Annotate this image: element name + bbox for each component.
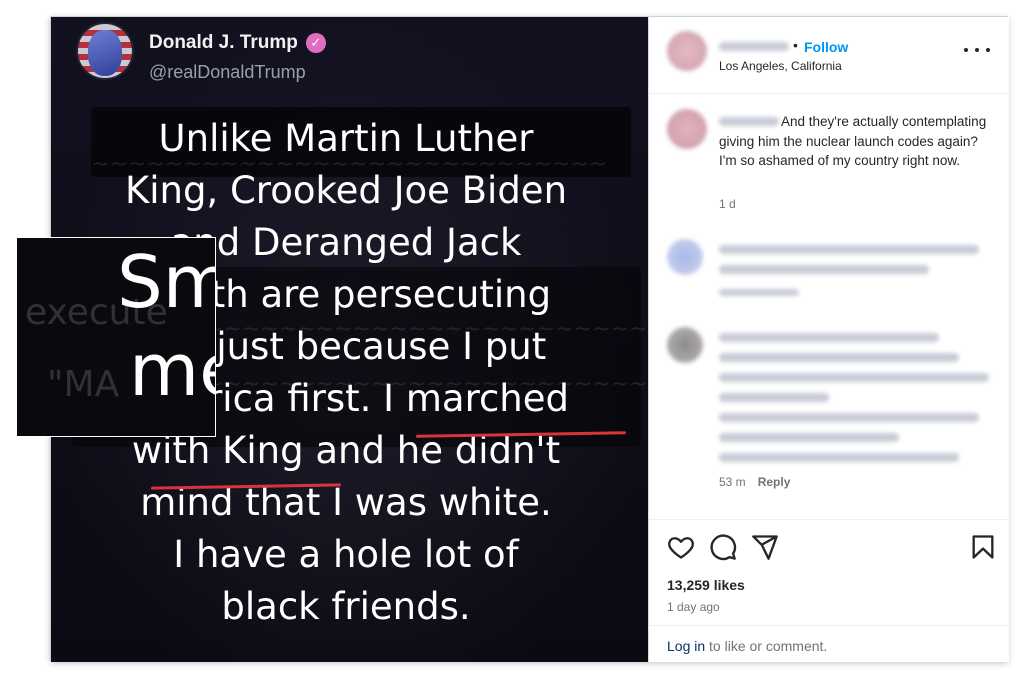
comment-text-blurred (719, 453, 959, 462)
comment-age: 53 m (719, 475, 746, 489)
follow-button[interactable]: Follow (804, 39, 848, 55)
bookmark-icon[interactable] (969, 533, 997, 561)
tweet-author-name-row: Donald J. Trump ✓ (149, 32, 326, 54)
heart-icon[interactable] (667, 533, 695, 561)
likes-count[interactable]: 13,259 likes (667, 577, 745, 593)
instagram-post: ~~~~~~~~~~~~~~~~~~~~~~~~~~~~ ~~~~~~~~~~~… (16, 16, 1010, 662)
header-divider (649, 93, 1010, 94)
tweet-author-handle: @realDonaldTrump (149, 62, 306, 82)
comment-text-blurred (719, 373, 989, 382)
poster-username-blurred[interactable] (719, 42, 789, 51)
comment-icon[interactable] (709, 533, 737, 561)
comment-age: 1 d (719, 197, 736, 211)
zoom-text: Sm (117, 240, 215, 324)
comment-text-blurred (719, 333, 939, 342)
zoom-text: me (129, 328, 215, 412)
login-prompt-text: to like or comment. (705, 638, 828, 654)
comment-text-blurred (719, 265, 929, 274)
actions-divider (649, 519, 1010, 520)
poster-avatar[interactable] (667, 31, 707, 71)
tweet-line: King, Crooked Joe Biden (124, 169, 568, 212)
action-bar (667, 533, 997, 563)
comment-meta-blurred (719, 289, 799, 296)
comments-panel: • Follow Los Angeles, California And the… (648, 17, 1010, 662)
comment-text: And they're actually contemplating givin… (719, 114, 987, 168)
comment-avatar[interactable] (667, 239, 703, 275)
share-icon[interactable] (751, 533, 779, 561)
tweet-line: black friends. (221, 585, 471, 628)
post-time-ago[interactable]: 1 day ago (667, 600, 720, 614)
login-divider (649, 625, 1010, 626)
post-location[interactable]: Los Angeles, California (719, 59, 842, 73)
tweet-author-avatar (76, 22, 134, 80)
tweet-line: mind that I was white. (140, 481, 552, 524)
tweet-author-name: Donald J. Trump (149, 32, 298, 53)
more-options-icon[interactable] (964, 45, 990, 55)
comment-text-blurred (719, 353, 959, 362)
tweet-line: I have a hole lot of (173, 533, 519, 576)
login-prompt: Log in to like or comment. (667, 638, 827, 654)
comment-text-blurred (719, 393, 829, 402)
reply-button[interactable]: Reply (758, 475, 791, 489)
comment-text-blurred (719, 433, 899, 442)
tweet-line: Unlike Martin Luther (158, 117, 534, 160)
comment-text-blurred (719, 413, 979, 422)
zoom-inset: execute "MA Sm me (16, 237, 216, 437)
zoom-ghost-text: "MA (47, 364, 120, 405)
comment-text-blurred (719, 245, 979, 254)
comment-avatar[interactable] (667, 109, 707, 149)
separator-dot: • (793, 37, 798, 53)
comment-meta: 53 m Reply (719, 475, 790, 489)
comment-avatar[interactable] (667, 327, 703, 363)
login-link[interactable]: Log in (667, 638, 705, 654)
verified-badge-icon: ✓ (305, 33, 326, 53)
